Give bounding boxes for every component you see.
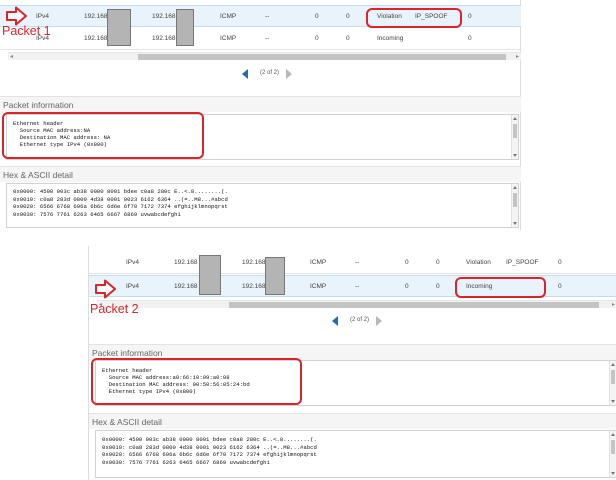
scroll-down-icon[interactable]: [611, 400, 615, 403]
pagination: (2 of 2): [332, 315, 387, 327]
reason-cell: IP_SPOOF: [506, 259, 539, 266]
packet2-callout: Packet 2: [90, 302, 139, 316]
destination-cell: 192.168: [152, 13, 176, 20]
vertical-scrollbar[interactable]: [609, 431, 616, 477]
packet2-info-highlight: [91, 358, 302, 405]
scrollbar-thumb[interactable]: [611, 370, 615, 384]
hex-line: 0x0010: c0a8 283d 0800 4d38 0001 0023 61…: [13, 195, 228, 203]
pagination: (2 of 2): [242, 68, 297, 80]
hex-line: 0x0000: 4500 003c ab38 0000 8001 bdee c0…: [13, 188, 228, 195]
count-cell: 0: [346, 13, 350, 20]
scroll-down-icon[interactable]: [513, 222, 517, 225]
count-cell: 0: [558, 283, 562, 290]
count-cell: 0: [405, 259, 409, 266]
hex-detail-heading: Hex & ASCII detail: [0, 166, 521, 182]
redaction-block: [107, 9, 131, 46]
direction-cell: Violation: [466, 259, 491, 266]
count-cell: 0: [315, 35, 319, 42]
hex-detail-box: 0x0000: 4500 003c ab38 0000 8001 bdee c0…: [6, 183, 519, 228]
source-cell: 192.168: [84, 35, 108, 42]
scrollbar-thumb[interactable]: [513, 193, 517, 207]
count-cell: 0: [346, 35, 350, 42]
vertical-scrollbar[interactable]: [511, 115, 518, 159]
packet1-info-highlight: [2, 112, 204, 159]
table-row[interactable]: IPv4 192.168 192.168 ICMP -- 0 0 Violati…: [89, 252, 616, 274]
scrollbar-thumb[interactable]: [138, 54, 506, 60]
scroll-up-icon[interactable]: [513, 117, 517, 120]
hex-line: 0x0020: 6566 6768 696a 6b6c 6d6e 6f70 71…: [13, 203, 228, 210]
destination-cell: 192.168: [152, 35, 176, 42]
scrollbar-thumb[interactable]: [611, 440, 615, 454]
violation-highlight: [366, 8, 462, 28]
source-cell: 192.168: [84, 13, 108, 20]
hex-line: 0x0010: c0a8 283d 0800 4d38 0001 0023 61…: [102, 443, 317, 451]
scroll-down-icon[interactable]: [513, 154, 517, 157]
scroll-up-icon[interactable]: [611, 433, 615, 436]
count-cell: 0: [468, 13, 472, 20]
packet-info-heading: Packet information: [0, 96, 521, 112]
port-cell: --: [265, 35, 270, 42]
horizontal-scrollbar[interactable]: ◂ ▸: [8, 52, 521, 60]
scroll-right-icon[interactable]: ▸: [612, 301, 615, 309]
hex-detail-heading: Hex & ASCII detail: [89, 413, 616, 429]
type-cell: ICMP: [310, 259, 327, 266]
packet1-callout: Packet 1: [2, 24, 51, 38]
vertical-scrollbar[interactable]: [609, 361, 616, 405]
count-cell: 0: [436, 259, 440, 266]
hex-line: 0x0030: 7576 7761 6263 6465 6667 6869 uv…: [13, 210, 181, 218]
count-cell: 0: [405, 283, 409, 290]
count-cell: 0: [468, 35, 472, 42]
count-cell: 0: [436, 283, 440, 290]
port-cell: --: [355, 259, 360, 266]
count-cell: 0: [315, 13, 319, 20]
scroll-up-icon[interactable]: [611, 363, 615, 366]
protocol-cell: IPv4: [126, 283, 140, 290]
protocol-cell: IPv4: [36, 13, 50, 20]
redaction-block: [199, 255, 221, 295]
type-cell: ICMP: [310, 283, 327, 290]
scroll-down-icon[interactable]: [611, 472, 615, 475]
scroll-up-icon[interactable]: [513, 186, 517, 189]
hex-line: 0x0000: 4500 003c ab38 0000 8001 bdee c0…: [102, 436, 317, 443]
horizontal-scrollbar[interactable]: ◂ ▸: [97, 300, 616, 308]
count-cell: 0: [558, 259, 562, 266]
scroll-left-icon[interactable]: ◂: [10, 53, 13, 61]
next-page-icon[interactable]: [286, 69, 292, 79]
port-cell: --: [355, 283, 360, 290]
scrollbar-thumb[interactable]: [229, 302, 599, 308]
incoming-highlight: [455, 277, 546, 298]
table-row[interactable]: IPv4 192.168 192.168 ICMP -- 0 0 Incomin…: [0, 28, 521, 50]
hex-line: 0x0030: 7576 7761 6263 6465 6667 6869 uv…: [102, 458, 270, 466]
type-cell: ICMP: [220, 35, 237, 42]
page-indicator: (2 of 2): [350, 317, 370, 323]
protocol-cell: IPv4: [126, 259, 140, 266]
redaction-block: [176, 9, 194, 46]
source-cell: 192.168: [174, 259, 198, 266]
hex-line: 0x0020: 6566 6768 696a 6b6c 6d6e 6f70 71…: [102, 451, 317, 458]
vertical-scrollbar[interactable]: [511, 184, 518, 227]
scroll-right-icon[interactable]: ▸: [516, 53, 519, 61]
port-cell: --: [265, 13, 270, 20]
redaction-block: [265, 257, 285, 295]
source-cell: 192.168: [174, 283, 198, 290]
scrollbar-thumb[interactable]: [513, 124, 517, 138]
next-page-icon[interactable]: [376, 316, 382, 326]
previous-page-icon[interactable]: [332, 316, 338, 326]
destination-cell: 192.168: [242, 283, 266, 290]
hex-detail-box: 0x0000: 4500 003c ab38 0000 8001 bdee c0…: [95, 430, 616, 478]
previous-page-icon[interactable]: [242, 69, 248, 79]
type-cell: ICMP: [220, 13, 237, 20]
direction-cell: Incoming: [377, 35, 404, 42]
destination-cell: 192.168: [242, 259, 266, 266]
page-indicator: (2 of 2): [260, 70, 280, 76]
